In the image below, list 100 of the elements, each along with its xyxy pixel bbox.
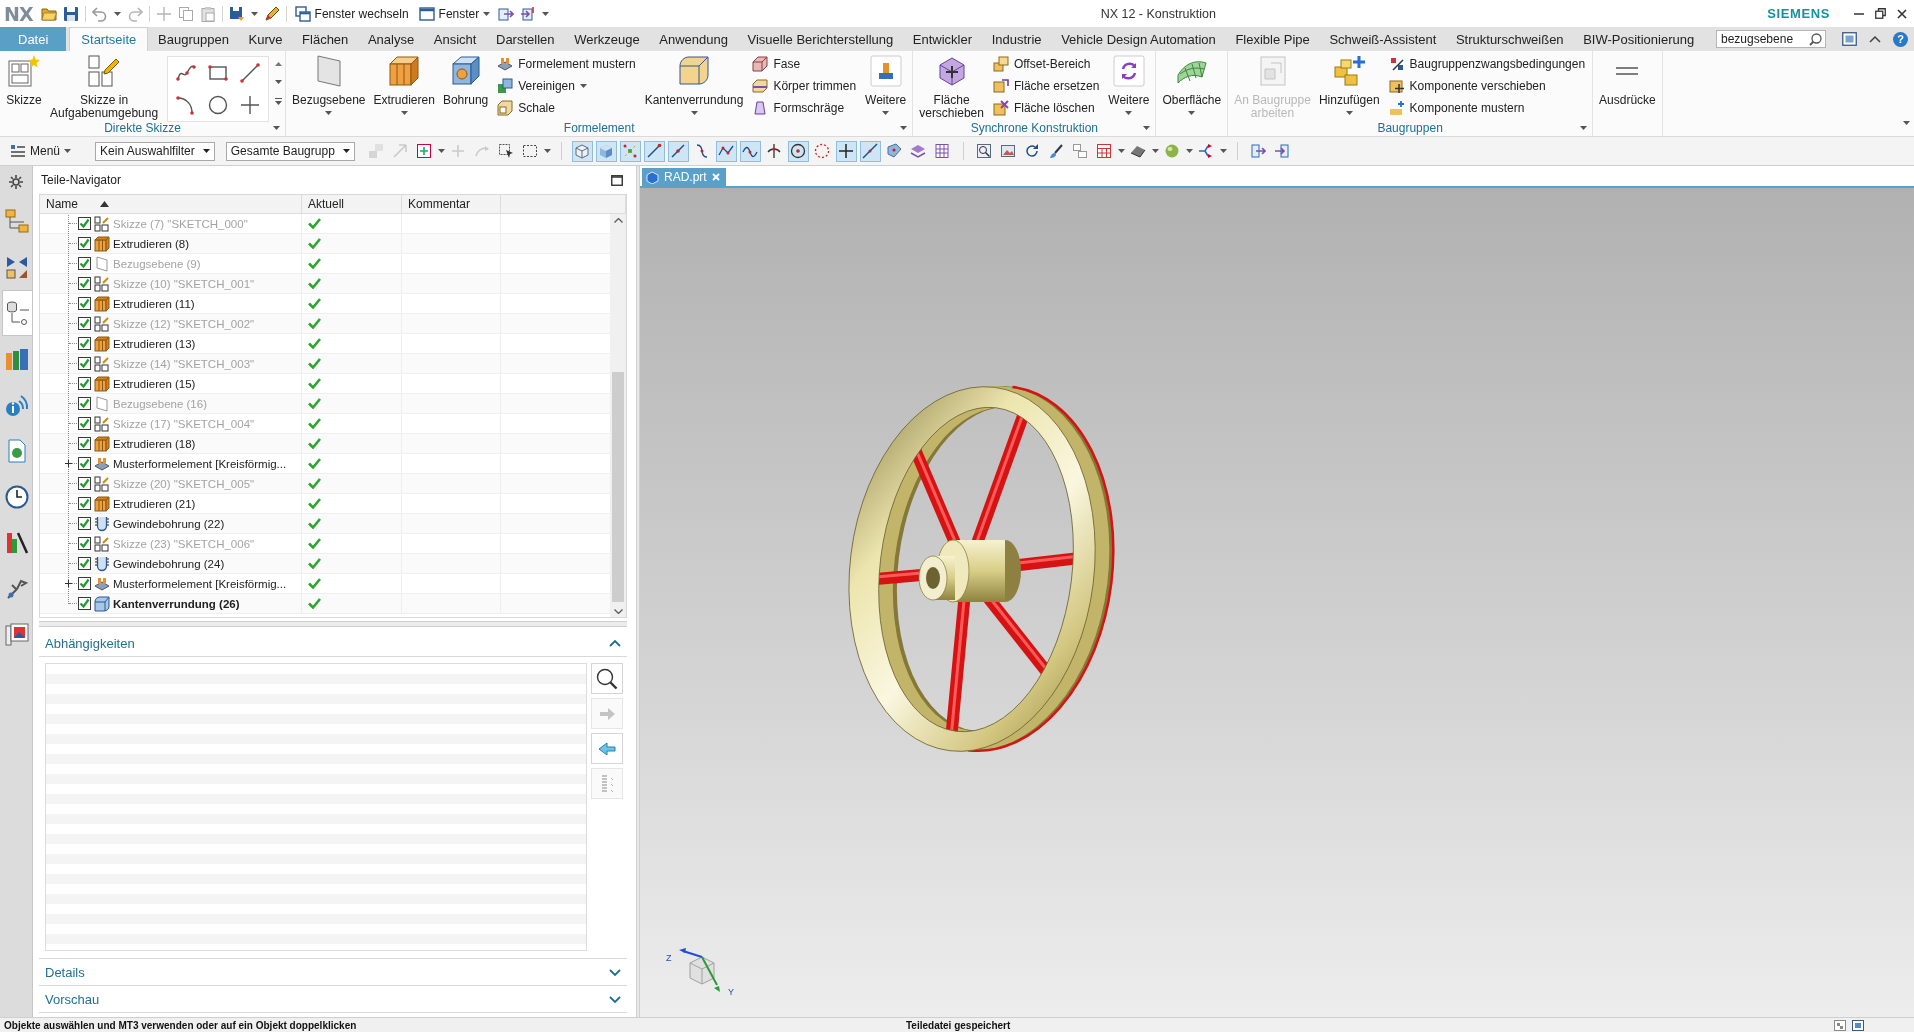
expand-icon[interactable] xyxy=(65,580,72,587)
more-caret-icon[interactable] xyxy=(275,98,283,105)
scroll-up-icon[interactable] xyxy=(275,62,283,66)
ribbon-tab[interactable]: Baugruppen xyxy=(148,27,239,51)
ribbon-button[interactable]: Komponente mustern xyxy=(1384,97,1590,119)
help-button[interactable]: ? xyxy=(1893,31,1908,47)
circle-icon[interactable] xyxy=(208,95,229,115)
ribbon-tab[interactable]: Visuelle Berichterstellung xyxy=(737,27,904,51)
column-header[interactable]: Aktuell xyxy=(302,195,402,213)
checkbox[interactable] xyxy=(78,377,91,390)
ribbon-button[interactable]: Formschräge xyxy=(748,97,861,119)
checkbox[interactable] xyxy=(78,557,91,570)
clipboard-icon[interactable] xyxy=(199,5,216,22)
ribbon-button[interactable]: Skizze xyxy=(3,51,45,107)
ribbon-button[interactable]: Körper trimmen xyxy=(748,75,861,97)
checkbox[interactable] xyxy=(78,257,91,270)
panel-header[interactable]: Abhängigkeiten xyxy=(39,630,627,657)
checkbox[interactable] xyxy=(78,597,91,610)
caret-icon[interactable] xyxy=(542,11,550,16)
cross-icon[interactable] xyxy=(240,95,261,115)
ribbon-button[interactable]: Bezugsebene xyxy=(289,51,369,115)
minimize-icon[interactable] xyxy=(1854,12,1864,15)
ribbon-tab[interactable]: Flächen xyxy=(292,27,359,51)
checkbox[interactable] xyxy=(78,577,91,590)
spline-icon[interactable] xyxy=(176,63,197,83)
caret-icon[interactable] xyxy=(273,126,281,130)
ribbon-tab[interactable]: Strukturschweißen xyxy=(1446,27,1574,51)
feature-name[interactable]: Extrudieren (15) xyxy=(113,377,196,390)
caret-icon[interactable] xyxy=(1185,149,1193,153)
ribbon-button[interactable]: Skizze in Aufgabenumgebung xyxy=(47,51,162,120)
toolbar-button[interactable] xyxy=(715,140,737,162)
ribbon-button[interactable]: Fläche verschieben xyxy=(916,51,987,120)
caret-icon[interactable] xyxy=(250,11,258,16)
feature-name[interactable]: Gewindebohrung (24) xyxy=(113,557,225,570)
ribbon-tab[interactable]: Ansicht xyxy=(423,27,487,51)
ribbon-tab[interactable]: Analyse xyxy=(358,27,424,51)
ribbon-tab[interactable]: Anwendung xyxy=(649,27,738,51)
feature-name[interactable]: Extrudieren (11) xyxy=(113,297,195,310)
checkbox[interactable] xyxy=(78,337,91,350)
ribbon-button[interactable]: Oberfläche xyxy=(1159,51,1225,115)
caret-icon[interactable] xyxy=(1117,149,1125,153)
feature-name[interactable]: Extrudieren (13) xyxy=(113,337,196,350)
checkbox[interactable] xyxy=(78,217,91,230)
chevron-up-icon[interactable] xyxy=(1869,35,1881,43)
toolbar-button[interactable] xyxy=(835,140,857,162)
feature-name[interactable]: Kantenverrundung (26) xyxy=(113,597,240,610)
ribbon-button[interactable]: Formelement mustern xyxy=(493,53,640,75)
feature-name[interactable]: Gewindebohrung (22) xyxy=(113,517,225,530)
checkbox[interactable] xyxy=(78,277,91,290)
ribbon-button[interactable]: Ausdrücke xyxy=(1596,51,1659,107)
close-icon[interactable] xyxy=(1897,8,1907,19)
ribbon-button[interactable]: Offset-Bereich xyxy=(988,53,1104,75)
toolbar-button[interactable] xyxy=(667,140,689,162)
caret-icon[interactable] xyxy=(1219,149,1227,153)
pencil-icon[interactable] xyxy=(263,5,280,22)
maximize-icon[interactable] xyxy=(611,174,623,186)
line-icon[interactable] xyxy=(240,63,261,83)
window-menu-button[interactable]: Fenster xyxy=(416,2,493,25)
ribbon-button[interactable]: Fase xyxy=(748,53,861,75)
caret-icon[interactable] xyxy=(437,149,445,153)
column-header[interactable]: Kommentar xyxy=(402,195,501,213)
feature-name[interactable]: Extrudieren (21) xyxy=(113,497,196,510)
toolbar-button[interactable] xyxy=(643,140,665,162)
ribbon-button[interactable]: Komponente verschieben xyxy=(1384,75,1590,97)
checkbox[interactable] xyxy=(78,477,91,490)
ribbon-button[interactable]: Baugruppenzwangsbedingungen xyxy=(1384,53,1590,75)
caret-icon[interactable] xyxy=(543,149,551,153)
ribbon-tab[interactable]: Flexible Pipe xyxy=(1225,27,1320,51)
checkbox[interactable] xyxy=(78,517,91,530)
restore-icon[interactable] xyxy=(1875,8,1886,19)
caret-icon[interactable] xyxy=(900,126,908,130)
caret-icon[interactable] xyxy=(1903,121,1910,125)
checkbox[interactable] xyxy=(78,317,91,330)
filter-dropdown[interactable]: Kein Auswahlfilter xyxy=(95,141,215,161)
ribbon-tab[interactable]: Industrie xyxy=(981,27,1052,51)
checkbox[interactable] xyxy=(78,357,91,370)
ribbon-button[interactable]: Weitere xyxy=(1105,51,1153,115)
ribbon-button[interactable]: Vereinigen xyxy=(493,75,640,97)
checkbox[interactable] xyxy=(78,417,91,430)
arc-icon[interactable] xyxy=(176,95,197,115)
ribbon-tab[interactable]: Werkzeuge xyxy=(564,27,650,51)
checkbox[interactable] xyxy=(78,237,91,250)
window-menu-button[interactable]: Fenster wechseln xyxy=(292,2,411,25)
panel-header[interactable]: Details xyxy=(39,959,627,986)
expand-icon[interactable] xyxy=(65,460,72,467)
screen-icon[interactable] xyxy=(1842,32,1857,46)
ribbon-button[interactable]: Fläche ersetzen xyxy=(988,75,1104,97)
checkbox[interactable] xyxy=(78,537,91,550)
feature-name[interactable]: Musterformelement [Kreisförmig... xyxy=(113,577,287,590)
toolbar-button[interactable] xyxy=(787,140,809,162)
scroll-up-icon[interactable] xyxy=(613,218,623,223)
window-icon[interactable] xyxy=(1852,1019,1864,1031)
windows-arrow-icon[interactable] xyxy=(520,5,537,22)
rectangle-icon[interactable] xyxy=(208,63,229,83)
checkbox[interactable] xyxy=(78,297,91,310)
scroll-down-icon[interactable] xyxy=(275,80,283,84)
ribbon-tab[interactable]: Startseite xyxy=(69,27,149,51)
undo-icon[interactable] xyxy=(91,5,108,22)
ribbon-button[interactable]: Weitere xyxy=(862,51,910,115)
window-arrow-icon[interactable] xyxy=(498,5,515,22)
